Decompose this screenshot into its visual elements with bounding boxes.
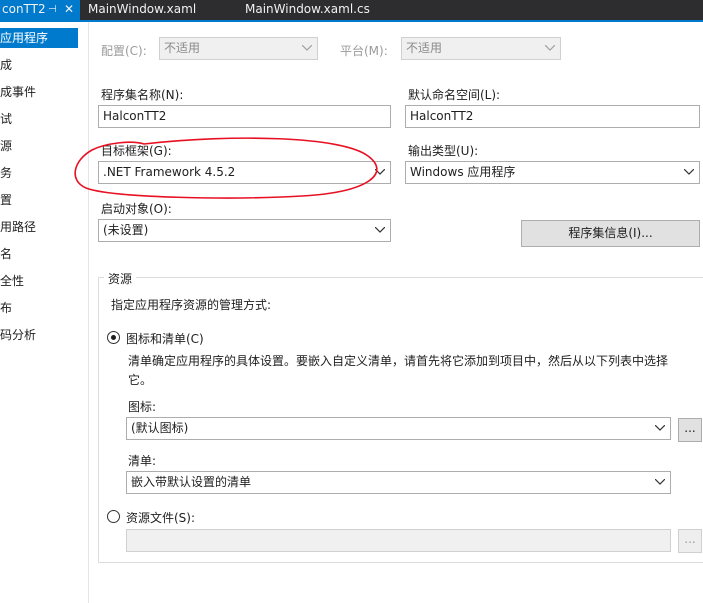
icon-value: (默认图标) [131,421,189,435]
tab-mainwindow-xaml[interactable]: MainWindow.xaml [88,0,196,20]
tab-accent-line [0,20,703,22]
resource-file-label[interactable]: 资源文件(S): [126,509,195,526]
startup-object-select[interactable]: (未设置) [98,219,391,242]
resources-group-title: 资源 [104,270,137,287]
resources-description: 指定应用程序资源的管理方式: [111,298,272,312]
icon-select[interactable]: (默认图标) [126,417,671,440]
tab-mainwindow-xaml-cs[interactable]: MainWindow.xaml.cs [245,0,370,20]
nav-item-application[interactable]: 应用程序 [0,28,78,48]
chevron-down-icon [301,38,313,59]
config-value: 不适用 [164,41,201,55]
icon-manifest-description-line2: 它。 [128,373,153,387]
nav-item-security[interactable]: 安全性 [0,271,80,291]
platform-select[interactable]: 不适用 [401,37,561,60]
chevron-down-icon [654,418,666,439]
manifest-value: 嵌入带默认设置的清单 [131,475,252,489]
icon-manifest-radio[interactable] [107,331,120,344]
default-namespace-input[interactable]: HalconTT2 [405,105,700,128]
startup-object-value: (未设置) [103,223,149,237]
icon-label: 图标: [128,400,157,414]
default-namespace-label: 默认命名空间(L): [408,88,501,102]
property-pages-nav: 应用程序 生成 生成事件 调试 资源 服务 设置 引用路径 签名 安全性 发布 … [0,22,80,603]
nav-item-debug[interactable]: 调试 [0,109,80,129]
nav-item-signing[interactable]: 签名 [0,244,80,264]
chevron-down-icon [544,38,556,59]
platform-label: 平台(M): [340,44,388,58]
browse-icon-button[interactable]: ... [678,418,702,442]
chevron-down-icon [374,220,386,241]
assembly-name-label: 程序集名称(N): [101,88,184,102]
resource-file-input[interactable] [126,529,671,552]
output-type-value: Windows 应用程序 [410,165,516,179]
icon-manifest-label[interactable]: 图标和清单(C) [126,330,204,347]
browse-resource-file-button[interactable]: ... [678,529,702,553]
tab-project-properties[interactable]: conTT2 ⊣ ✕ [0,0,80,20]
tab-label: conTT2 [2,2,46,16]
assembly-info-button[interactable]: 程序集信息(I)... [521,220,700,247]
nav-item-services[interactable]: 服务 [0,163,80,183]
nav-divider [88,22,89,603]
nav-item-publish[interactable]: 发布 [0,298,80,318]
nav-item-reference-paths[interactable]: 引用路径 [0,217,80,237]
platform-value: 不适用 [406,41,443,55]
assembly-name-input[interactable]: HalconTT2 [98,105,391,128]
manifest-label: 清单: [128,454,157,468]
config-label: 配置(C): [101,44,147,58]
red-annotation-ellipse [74,137,378,199]
nav-item-build[interactable]: 生成 [0,55,80,75]
resource-file-radio[interactable] [107,510,120,523]
config-select[interactable]: 不适用 [159,37,318,60]
output-type-label: 输出类型(U): [408,144,479,158]
nav-item-resources[interactable]: 资源 [0,136,80,156]
pin-icon[interactable]: ⊣ [48,0,57,19]
document-tab-strip: conTT2 ⊣ ✕ MainWindow.xaml MainWindow.xa… [0,0,703,20]
chevron-down-icon [683,162,695,183]
nav-item-settings[interactable]: 设置 [0,190,80,210]
icon-manifest-description-line1: 清单确定应用程序的具体设置。要嵌入自定义清单，请首先将它添加到项目中，然后从以下… [128,354,669,368]
close-icon[interactable]: ✕ [64,0,74,19]
chevron-down-icon [654,472,666,493]
manifest-select[interactable]: 嵌入带默认设置的清单 [126,471,671,494]
nav-item-code-analysis[interactable]: 代码分析 [0,325,80,345]
nav-item-build-events[interactable]: 生成事件 [0,82,80,102]
output-type-select[interactable]: Windows 应用程序 [405,161,700,184]
